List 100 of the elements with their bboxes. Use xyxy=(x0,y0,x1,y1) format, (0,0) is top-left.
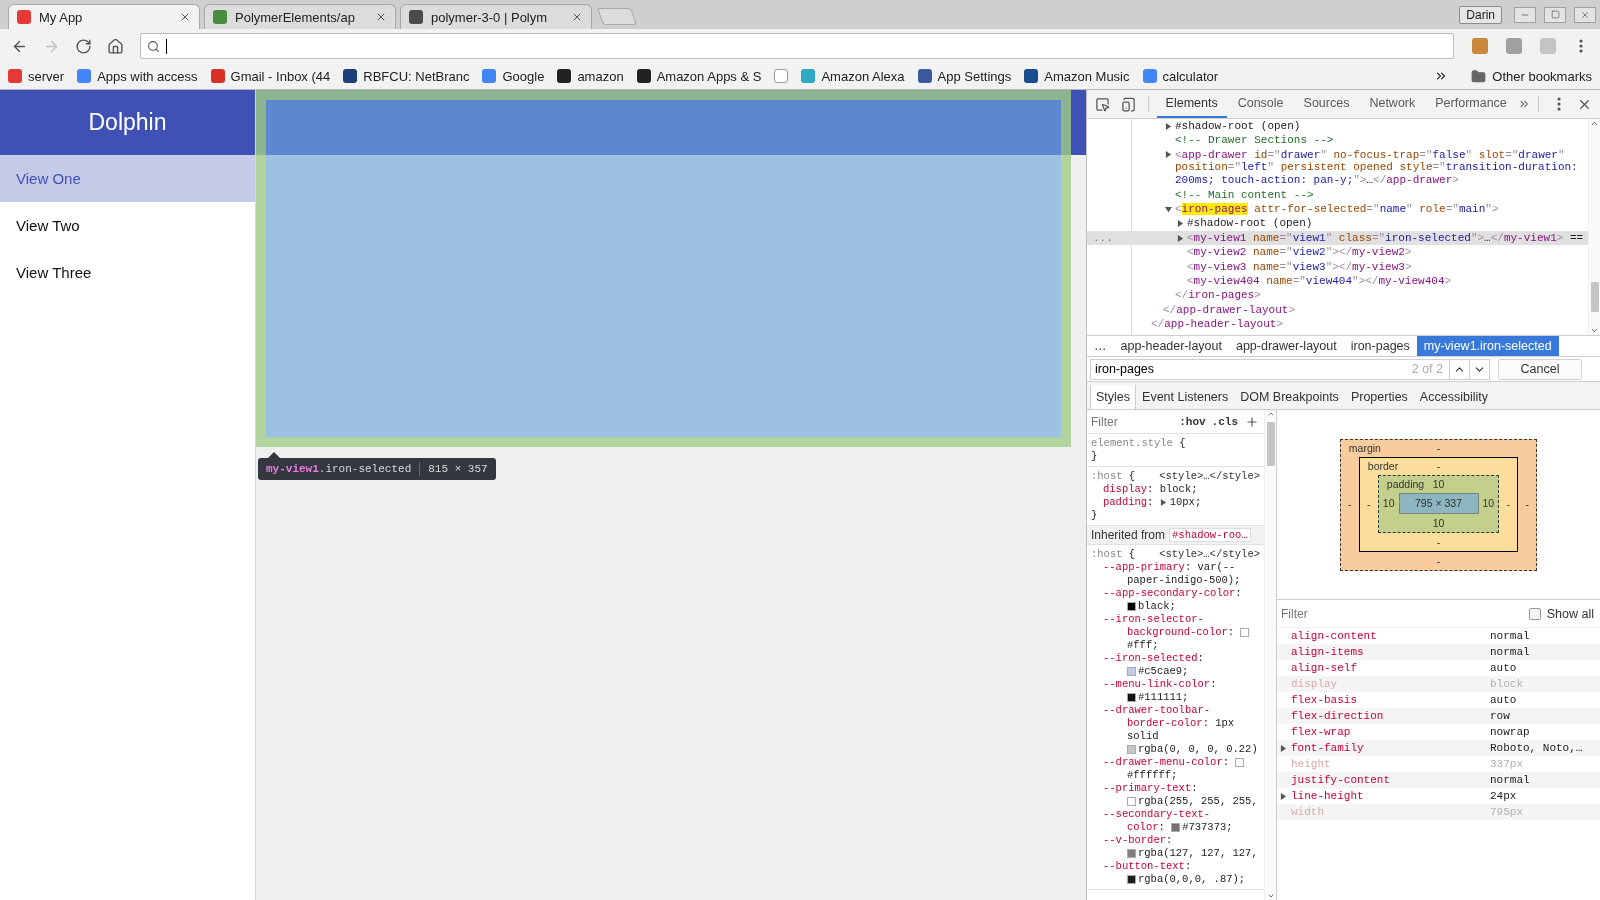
bookmark-icon[interactable] xyxy=(774,69,789,83)
css-property-value[interactable]: 10px; xyxy=(1169,496,1202,509)
panel-tab[interactable]: Accessibility xyxy=(1413,385,1494,409)
source-link[interactable]: <style>…</style> xyxy=(1159,470,1260,483)
css-property-value[interactable]: block; xyxy=(1159,483,1198,496)
computed-property-name[interactable]: align-content xyxy=(1291,630,1490,642)
css-property-value[interactable]: #111111; xyxy=(1138,691,1189,704)
color-swatch-icon[interactable] xyxy=(1127,602,1136,611)
disclosure-triangle-icon[interactable] xyxy=(1165,151,1172,159)
devtools-tab[interactable]: Performance xyxy=(1426,90,1516,118)
disclosure-triangle-icon[interactable] xyxy=(1165,205,1172,213)
bookmark-link[interactable]: RBFCU: NetBranc xyxy=(343,68,470,84)
color-swatch-icon[interactable] xyxy=(1235,758,1245,767)
computed-property-name[interactable]: justify-content xyxy=(1291,774,1490,786)
dom-tree-row[interactable]: <app-drawer id="drawer" no-focus-trap="false" slot="drawer" position="left" persistent opened style="transition-duration: 200ms; touch-action: pan-y;">…</app-drawer> xyxy=(1087,147,1588,188)
panel-tab[interactable]: Properties xyxy=(1344,385,1414,409)
computed-property-name[interactable]: line-height xyxy=(1291,790,1490,802)
css-property-value[interactable]: 1px xyxy=(1215,717,1235,730)
class-toggle[interactable]: .cls xyxy=(1211,415,1238,428)
css-property-name[interactable]: border-color xyxy=(1127,717,1203,730)
scrollbar[interactable] xyxy=(1588,119,1600,335)
css-property-name[interactable]: --drawer-toolbar- xyxy=(1103,704,1211,717)
close-icon[interactable] xyxy=(375,11,387,23)
color-swatch-icon[interactable] xyxy=(1127,667,1136,676)
dom-tree-row[interactable]: <!-- Drawer Sections --> xyxy=(1087,133,1588,148)
dom-tree-row[interactable]: </iron-pages> xyxy=(1087,288,1588,303)
bookmark-link[interactable]: Google xyxy=(482,68,545,84)
breadcrumb[interactable]: iron-pages xyxy=(1343,336,1417,356)
css-property-value[interactable]: var(-- xyxy=(1197,561,1236,574)
css-property-value[interactable]: #737373; xyxy=(1182,821,1233,834)
bookmark-link[interactable]: Amazon Alexa xyxy=(801,68,905,84)
browser-tab[interactable]: My App xyxy=(8,4,200,29)
dom-tree-row[interactable]: </app-drawer-layout> xyxy=(1087,302,1588,318)
devtools-tab[interactable]: Console xyxy=(1228,90,1293,118)
search-bar[interactable]: iron-pages 2 of 2 xyxy=(1090,358,1490,380)
disclosure-triangle-icon[interactable] xyxy=(1165,122,1172,130)
color-swatch-icon[interactable] xyxy=(1127,797,1136,806)
computed-property-name[interactable]: flex-basis xyxy=(1291,694,1490,706)
color-swatch-icon[interactable] xyxy=(1240,628,1250,637)
color-swatch-icon[interactable] xyxy=(1127,875,1136,884)
disclosure-triangle-icon[interactable] xyxy=(1280,744,1287,752)
bookmark-link[interactable]: Amazon Music xyxy=(1024,68,1130,84)
bookmark-folder[interactable]: Other bookmarks xyxy=(1471,68,1592,84)
source-link[interactable]: <style>…</style> xyxy=(1159,548,1260,561)
scrollbar[interactable] xyxy=(1264,410,1276,900)
computed-property-name[interactable]: flex-direction xyxy=(1291,710,1490,722)
css-property-name[interactable]: --menu-link-color xyxy=(1103,678,1211,691)
close-icon[interactable] xyxy=(571,11,583,23)
scroll-down-icon[interactable] xyxy=(1590,326,1599,335)
panel-tab[interactable]: Event Listeners xyxy=(1136,385,1235,409)
css-property-name[interactable]: --app-primary xyxy=(1103,561,1185,574)
color-swatch-icon[interactable] xyxy=(1127,693,1136,702)
bookmark-link[interactable]: amazon xyxy=(557,68,624,84)
css-property-name[interactable]: background-color xyxy=(1127,626,1228,639)
browser-tab[interactable]: polymer-3-0 | Polym xyxy=(400,4,592,29)
css-property-value[interactable]: solid xyxy=(1127,730,1159,743)
css-property-name[interactable]: display xyxy=(1103,483,1148,496)
bookmark-link[interactable]: Amazon Apps & S xyxy=(636,68,762,84)
cancel-button[interactable]: Cancel xyxy=(1498,358,1582,380)
css-property-value[interactable]: rgba(0,0,0, .87); xyxy=(1138,873,1246,886)
scrollbar-thumb[interactable] xyxy=(1590,282,1599,312)
bookmark-link[interactable]: App Settings xyxy=(917,68,1012,84)
css-property-value[interactable]: #fff; xyxy=(1127,639,1159,652)
scroll-up-icon[interactable] xyxy=(1590,119,1599,128)
css-property-value[interactable]: rgba(0, 0, 0, 0.22) xyxy=(1138,743,1258,756)
css-property-name[interactable]: --drawer-menu-color xyxy=(1103,756,1223,769)
color-swatch-icon[interactable] xyxy=(1127,745,1136,754)
css-property-value[interactable]: rgba(255, 255, 255, xyxy=(1138,795,1258,808)
dom-tree-row[interactable]: #shadow-root (open) xyxy=(1087,119,1588,134)
css-property-name[interactable]: --secondary-text- xyxy=(1103,808,1211,821)
hover-state-toggle[interactable]: :hov xyxy=(1179,415,1206,428)
dom-tree-row[interactable]: <my-view404 name="view404"></my-view404> xyxy=(1087,274,1588,289)
dom-tree-row[interactable]: #shadow-root (open) xyxy=(1087,216,1588,231)
breadcrumb[interactable]: … xyxy=(1087,336,1114,356)
css-property-value[interactable]: rgba(127, 127, 127, xyxy=(1138,847,1258,860)
devtools-tab[interactable]: Network xyxy=(1360,90,1425,118)
computed-property-name[interactable]: font-family xyxy=(1291,742,1490,754)
css-property-name[interactable]: --app-secondary-color xyxy=(1103,587,1236,600)
css-property-value[interactable]: paper-indigo-500); xyxy=(1127,574,1241,587)
disclosure-triangle-icon[interactable] xyxy=(1177,234,1184,242)
disclosure-triangle-icon[interactable] xyxy=(1177,220,1184,228)
disclosure-triangle-icon[interactable] xyxy=(1159,499,1167,506)
devtools-tab[interactable]: Sources xyxy=(1294,90,1359,118)
css-property-value[interactable]: black; xyxy=(1138,600,1176,613)
css-property-name[interactable]: --v-border xyxy=(1103,834,1166,847)
breadcrumb[interactable]: app-drawer-layout xyxy=(1228,336,1344,356)
bookmark-link[interactable]: calculator xyxy=(1142,68,1219,84)
css-property-name[interactable]: --button-text xyxy=(1103,860,1185,873)
panel-tab[interactable]: DOM Breakpoints xyxy=(1234,385,1345,409)
dom-tree-row[interactable]: <iron-pages attr-for-selected="name" role="main"> xyxy=(1087,202,1588,217)
color-swatch-icon[interactable] xyxy=(1171,823,1181,832)
checkbox[interactable] xyxy=(1528,607,1541,620)
computed-property-name[interactable]: flex-wrap xyxy=(1291,726,1490,738)
bookmark-link[interactable]: Gmail - Inbox (44 xyxy=(210,68,331,84)
menu-item[interactable]: View One xyxy=(0,155,255,202)
bookmark-link[interactable]: Apps with access xyxy=(77,68,198,84)
scroll-down-icon[interactable] xyxy=(1266,892,1275,900)
browser-tab[interactable]: PolymerElements/ap xyxy=(204,4,396,29)
disclosure-triangle-icon[interactable] xyxy=(1280,792,1287,800)
breadcrumb[interactable]: my-view1.iron-selected xyxy=(1416,336,1559,356)
